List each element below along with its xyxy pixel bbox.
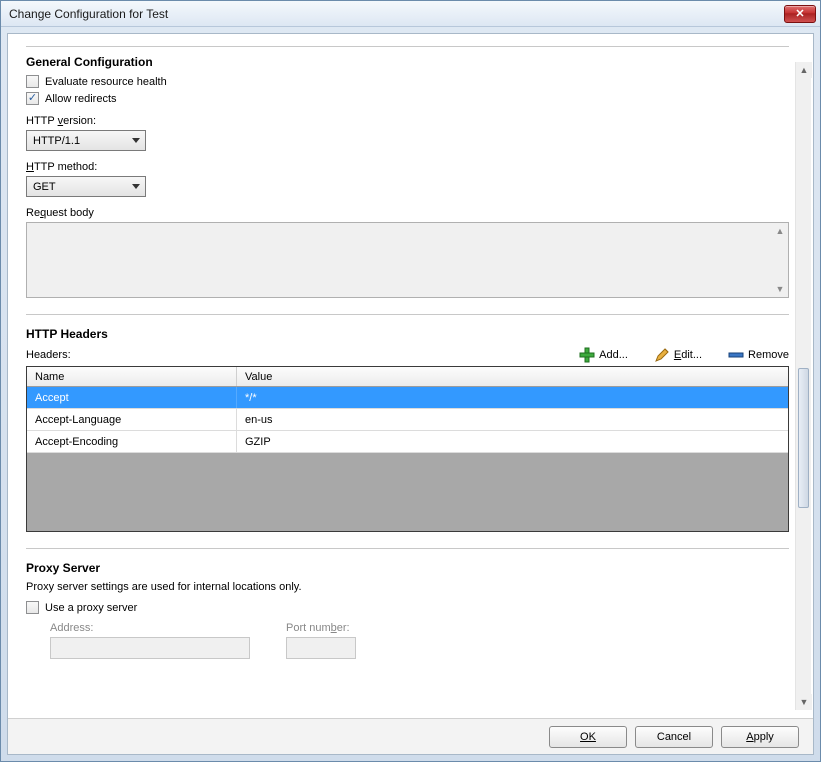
headers-list-label: Headers: [26,349,71,361]
headers-table-body: Accept*/*Accept-Languageen-usAccept-Enco… [27,387,788,531]
edit-header-label: Edit... [674,349,702,361]
window-title: Change Configuration for Test [9,7,784,21]
evaluate-resource-health-checkbox[interactable] [26,75,39,88]
scrollbar-thumb[interactable] [798,368,809,508]
cancel-button-label: Cancel [657,731,691,743]
textarea-scroll-down-icon[interactable]: ▼ [774,283,786,295]
top-divider [26,46,789,47]
edit-icon [654,347,670,363]
proxy-fields: Address: Port number: [50,622,789,659]
proxy-address-field: Address: [50,622,250,659]
divider-2 [26,548,789,549]
vertical-scrollbar[interactable]: ▲ ▼ [795,62,811,710]
http-method-label: HTTP method: [26,161,789,173]
header-name-cell: Accept-Language [27,409,237,430]
use-proxy-label: Use a proxy server [45,602,137,614]
proxy-description: Proxy server settings are used for inter… [26,581,789,593]
dialog-window: Change Configuration for Test ✕ General … [0,0,821,762]
proxy-address-input[interactable] [50,637,250,659]
allow-redirects-row: Allow redirects [26,92,789,105]
http-method-label-hot: H [26,161,34,173]
proxy-port-input[interactable] [286,637,356,659]
header-name-cell: Accept [27,387,237,408]
request-body-label-pre: Re [26,207,40,219]
http-headers-title: HTTP Headers [26,327,789,341]
cancel-button[interactable]: Cancel [635,726,713,748]
client-area: General Configuration Evaluate resource … [7,33,814,755]
apply-button-label: Apply [746,731,774,743]
edit-header-button[interactable]: Edit... [654,347,702,363]
http-version-label: HTTP version: [26,115,789,127]
header-value-cell: en-us [237,409,788,430]
evaluate-resource-health-label: Evaluate resource health [45,76,167,88]
close-icon: ✕ [795,7,804,20]
remove-header-label: Remove [748,349,789,361]
proxy-server-title: Proxy Server [26,561,789,575]
remove-header-button[interactable]: Remove [728,347,789,363]
add-icon [579,347,595,363]
scrollbar-up-icon[interactable]: ▲ [796,62,812,78]
http-method-select[interactable]: GET [26,176,146,197]
allow-redirects-checkbox[interactable] [26,92,39,105]
table-row[interactable]: Accept*/* [27,387,788,409]
headers-table-head: Name Value [27,367,788,387]
header-value-cell: */* [237,387,788,408]
textarea-scroll-up-icon[interactable]: ▲ [774,225,786,237]
col-header-name[interactable]: Name [27,367,237,386]
allow-redirects-label: Allow redirects [45,93,117,105]
apply-button[interactable]: Apply [721,726,799,748]
header-value-cell: GZIP [237,431,788,452]
use-proxy-row: Use a proxy server [26,601,789,614]
headers-toolbar: Headers: Add... Edit... Remove [26,347,789,363]
add-header-button[interactable]: Add... [579,347,628,363]
general-config-title: General Configuration [26,55,789,69]
ok-button-label: OK [580,731,596,743]
scroll-area: General Configuration Evaluate resource … [8,34,813,718]
proxy-port-field: Port number: [286,622,356,659]
evaluate-resource-health-row: Evaluate resource health [26,75,789,88]
http-method-value: GET [33,181,56,193]
col-header-value[interactable]: Value [237,367,788,386]
http-version-select[interactable]: HTTP/1.1 [26,130,146,151]
request-body-label-post: uest body [46,207,94,219]
ok-button[interactable]: OK [549,726,627,748]
request-body-textarea[interactable]: ▲ ▼ [26,222,789,298]
http-version-value: HTTP/1.1 [33,135,80,147]
use-proxy-checkbox[interactable] [26,601,39,614]
proxy-port-label: Port number: [286,622,356,634]
scrollbar-down-icon[interactable]: ▼ [796,694,812,710]
headers-table: Name Value Accept*/*Accept-Languageen-us… [26,366,789,532]
table-row[interactable]: Accept-EncodingGZIP [27,431,788,453]
remove-icon [728,347,744,363]
close-button[interactable]: ✕ [784,5,816,23]
divider-1 [26,314,789,315]
http-version-label-post: ersion: [63,115,96,127]
request-body-label: Request body [26,207,789,219]
titlebar[interactable]: Change Configuration for Test ✕ [1,1,820,27]
dialog-footer: OK Cancel Apply [8,718,813,754]
header-name-cell: Accept-Encoding [27,431,237,452]
window-frame-pad: General Configuration Evaluate resource … [1,27,820,761]
http-version-label-pre: HTTP [26,115,58,127]
proxy-address-label: Address: [50,622,250,634]
http-method-label-post: TTP method: [34,161,97,173]
add-header-label: Add... [599,349,628,361]
table-row[interactable]: Accept-Languageen-us [27,409,788,431]
